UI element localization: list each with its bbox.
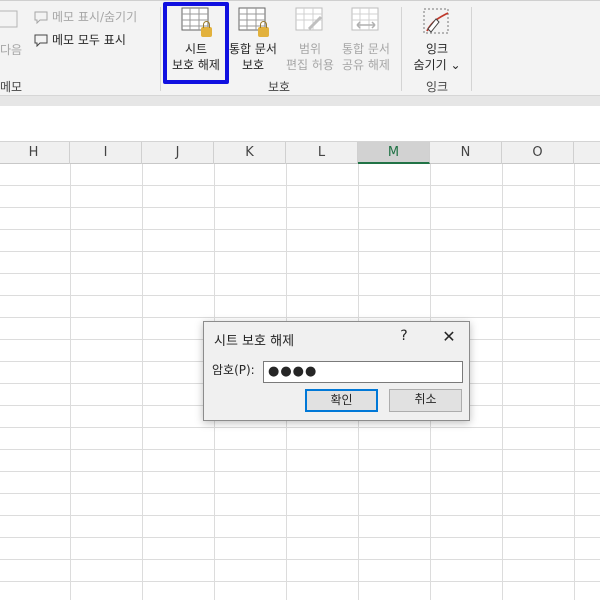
ink-group-label: 잉크 [426,80,449,94]
ribbon: 메모 표시/숨기기 메모 모두 표시 다음 메모 시트 보호 해제 통합 문서 … [0,0,600,96]
allow-edit-ranges-label-1: 범위 [298,42,322,56]
group-separator [160,7,161,91]
group-separator [471,7,472,91]
ink-pen-icon [421,7,453,37]
comment-icon [34,11,48,24]
column-header-M[interactable]: M [358,142,430,164]
chevron-down-icon: ⌄ [450,58,461,72]
unshare-workbook-button[interactable]: 통합 문서 공유 해제 [337,5,395,73]
ok-button[interactable]: 확인 [305,389,378,412]
column-header-I[interactable]: I [70,142,142,164]
ribbon-bottom-gap [0,96,600,106]
protect-group-label: 보호 [268,80,291,94]
password-label: 암호(P): [212,363,255,377]
hide-ink-button[interactable]: 잉크 숨기기 ⌄ [409,5,465,73]
unprotect-sheet-dialog: 시트 보호 해제 ? ✕ 암호(P): ●●●● 확인 취소 [203,321,470,421]
column-header-N[interactable]: N [430,142,502,164]
cancel-button[interactable]: 취소 [389,389,462,412]
column-header-H[interactable]: H [0,142,70,164]
formula-bar[interactable] [0,106,600,142]
next-comment-icon [0,10,18,28]
share-workbook-icon [350,7,382,37]
next-comment-label: 다음 [0,43,23,57]
allow-edit-ranges-label-2: 편집 허용 [286,58,334,72]
unshare-workbook-label-1: 통합 문서 [342,42,390,56]
help-button[interactable]: ? [396,328,412,344]
dialog-title: 시트 보호 해제 [214,334,295,349]
comment-icon [34,34,48,47]
allow-edit-ranges-button[interactable]: 범위 편집 허용 [284,5,336,73]
close-icon[interactable]: ✕ [440,327,458,346]
protect-workbook-button[interactable]: 통합 문서 보호 [226,5,280,73]
password-input[interactable]: ●●●● [263,361,463,383]
unshare-workbook-label-2: 공유 해제 [342,58,390,72]
hide-ink-label-2: 숨기기 ⌄ [413,58,461,72]
next-comment-button[interactable] [0,9,20,33]
show-hide-comment-button[interactable]: 메모 표시/숨기기 [33,8,137,25]
show-all-comments-button[interactable]: 메모 모두 표시 [33,31,126,48]
column-header-L[interactable]: L [286,142,358,164]
highlight-box [163,2,229,84]
group-separator [401,7,402,91]
hide-ink-label-1: 잉크 [425,42,449,56]
comments-group-label: 메모 [0,80,23,94]
workbook-lock-icon [237,7,269,37]
protect-workbook-label-1: 통합 문서 [229,42,277,56]
show-all-comments-label: 메모 모두 표시 [52,33,126,47]
column-header-K[interactable]: K [214,142,286,164]
column-headers: H I J K L M N O [0,142,600,164]
column-header-O[interactable]: O [502,142,574,164]
column-header-J[interactable]: J [142,142,214,164]
edit-ranges-icon [294,7,326,37]
show-hide-comment-label: 메모 표시/숨기기 [52,10,138,24]
protect-workbook-label-2: 보호 [241,58,265,72]
